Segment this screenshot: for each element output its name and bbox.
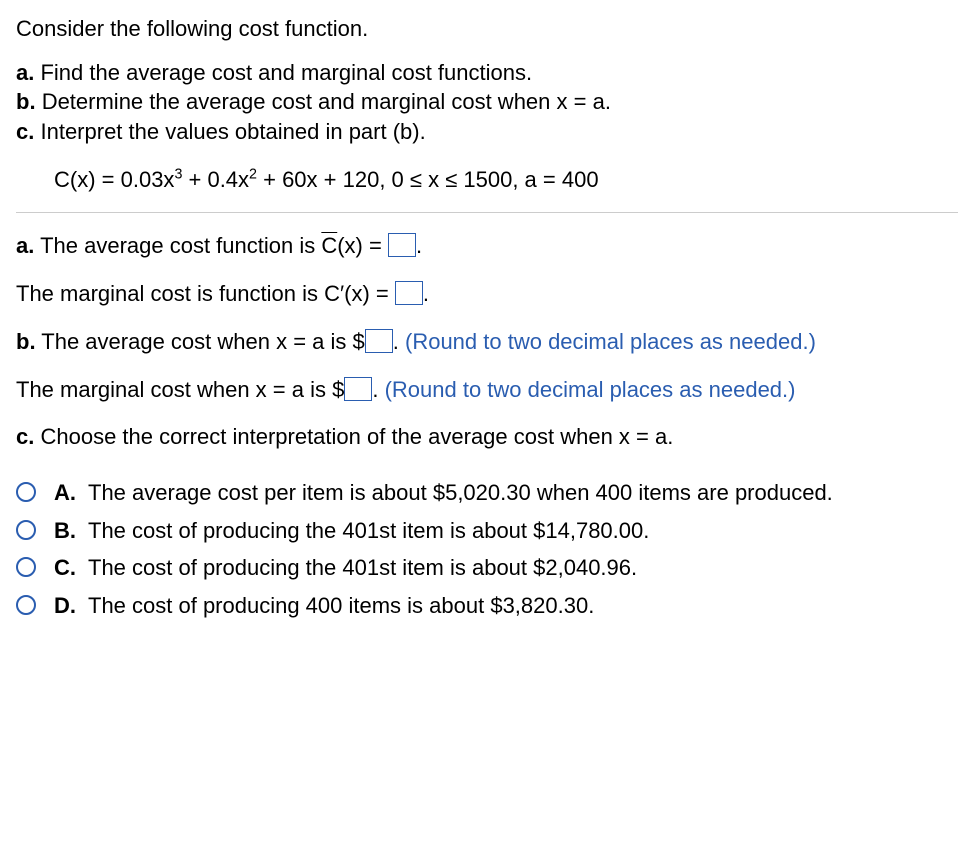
avg-at-a-pre: The average cost when x = a is $ bbox=[41, 329, 364, 354]
marg-cost-input[interactable] bbox=[395, 281, 423, 305]
period: . bbox=[372, 377, 378, 402]
part-a-label: a. bbox=[16, 60, 34, 85]
option-a-row[interactable]: A. The average cost per item is about $5… bbox=[16, 478, 958, 508]
interpret-text: Choose the correct interpretation of the… bbox=[40, 424, 673, 449]
options-group: A. The average cost per item is about $5… bbox=[16, 478, 958, 621]
avg-cost-cbar: C bbox=[321, 233, 337, 258]
option-b-text: The cost of producing the 401st item is … bbox=[88, 516, 958, 546]
part-b-label: b. bbox=[16, 89, 36, 114]
marg-cost-pre: The marginal cost is function is C′(x) = bbox=[16, 281, 395, 306]
question-b-marg: The marginal cost when x = a is $. (Roun… bbox=[16, 375, 958, 405]
part-c-text: Interpret the values obtained in part (b… bbox=[40, 119, 425, 144]
period: . bbox=[393, 329, 399, 354]
marg-at-a-pre: The marginal cost when x = a is $ bbox=[16, 377, 344, 402]
avg-at-a-input[interactable] bbox=[365, 329, 393, 353]
option-c-label: C. bbox=[54, 553, 88, 583]
avg-cost-pre: The average cost function is bbox=[40, 233, 321, 258]
option-b-row[interactable]: B. The cost of producing the 401st item … bbox=[16, 516, 958, 546]
cost-function-equation: C(x) = 0.03x3 + 0.4x2 + 60x + 120, 0 ≤ x… bbox=[54, 165, 958, 195]
radio-icon[interactable] bbox=[16, 520, 36, 540]
option-a-label: A. bbox=[54, 478, 88, 508]
part-b-text: Determine the average cost and marginal … bbox=[42, 89, 611, 114]
option-d-label: D. bbox=[54, 591, 88, 621]
radio-icon[interactable] bbox=[16, 482, 36, 502]
question-c: c. Choose the correct interpretation of … bbox=[16, 422, 958, 452]
option-c-text: The cost of producing the 401st item is … bbox=[88, 553, 958, 583]
question-a-avg: a. The average cost function is C(x) = . bbox=[16, 231, 958, 261]
part-a-text: Find the average cost and marginal cost … bbox=[40, 60, 532, 85]
period: . bbox=[423, 281, 429, 306]
question-b-avg: b. The average cost when x = a is $. (Ro… bbox=[16, 327, 958, 357]
qa-label-b: b. bbox=[16, 329, 36, 354]
round-hint-2: (Round to two decimal places as needed.) bbox=[385, 377, 796, 402]
question-a-marg: The marginal cost is function is C′(x) =… bbox=[16, 279, 958, 309]
option-d-row[interactable]: D. The cost of producing 400 items is ab… bbox=[16, 591, 958, 621]
divider bbox=[16, 212, 958, 213]
parts-list: a. Find the average cost and marginal co… bbox=[16, 58, 958, 147]
option-a-text: The average cost per item is about $5,02… bbox=[88, 478, 958, 508]
option-c-row[interactable]: C. The cost of producing the 401st item … bbox=[16, 553, 958, 583]
part-c-label: c. bbox=[16, 119, 34, 144]
qa-label-a: a. bbox=[16, 233, 34, 258]
qa-label-c: c. bbox=[16, 424, 34, 449]
option-b-label: B. bbox=[54, 516, 88, 546]
period: . bbox=[416, 233, 422, 258]
avg-cost-input[interactable] bbox=[388, 233, 416, 257]
option-d-text: The cost of producing 400 items is about… bbox=[88, 591, 958, 621]
radio-icon[interactable] bbox=[16, 557, 36, 577]
marg-at-a-input[interactable] bbox=[344, 377, 372, 401]
radio-icon[interactable] bbox=[16, 595, 36, 615]
avg-cost-post: (x) = bbox=[337, 233, 388, 258]
round-hint-1: (Round to two decimal places as needed.) bbox=[405, 329, 816, 354]
intro-text: Consider the following cost function. bbox=[16, 14, 958, 44]
